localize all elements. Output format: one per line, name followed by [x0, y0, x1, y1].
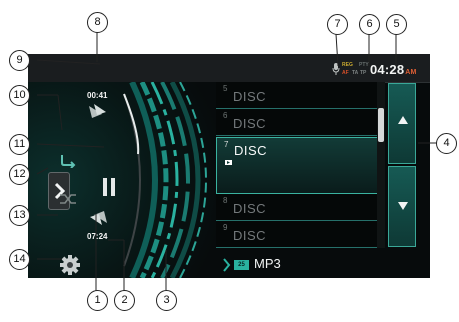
- callout-7: 7: [327, 14, 348, 35]
- callout-6: 6: [359, 14, 380, 35]
- callout-9: 9: [9, 50, 30, 71]
- callout-1: 1: [87, 290, 108, 311]
- callout-12: 12: [9, 164, 30, 185]
- callout-13: 13: [9, 205, 30, 226]
- callout-2: 2: [114, 290, 135, 311]
- callout-4: 4: [436, 133, 457, 154]
- callout-8: 8: [87, 12, 108, 33]
- callout-leader-lines: [36, 32, 445, 300]
- callout-14: 14: [9, 249, 30, 270]
- callout-10: 10: [9, 85, 30, 106]
- callout-3: 3: [156, 290, 177, 311]
- callout-5: 5: [386, 14, 407, 35]
- callout-11: 11: [9, 134, 30, 155]
